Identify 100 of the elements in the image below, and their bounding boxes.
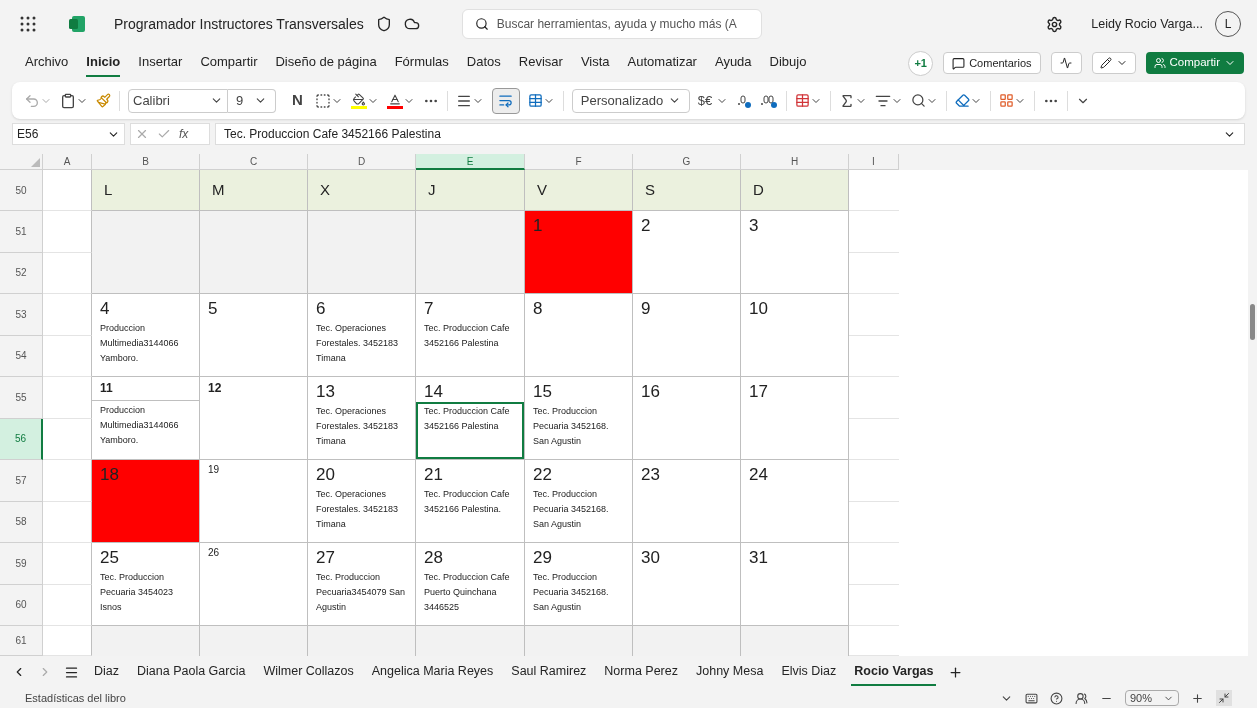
- fill-color-icon[interactable]: [350, 92, 379, 109]
- search-icon[interactable]: [911, 93, 939, 108]
- name-box[interactable]: E56: [12, 123, 125, 145]
- sum-icon[interactable]: [839, 92, 868, 109]
- menu-tab[interactable]: Revisar: [518, 49, 563, 77]
- day-cell[interactable]: 24: [741, 460, 849, 543]
- day-cell[interactable]: 11 Produccion Multimedia3144066 Yamboro.: [92, 377, 200, 460]
- day-cell[interactable]: 3: [741, 211, 849, 294]
- row-header[interactable]: 55: [0, 377, 43, 419]
- sheet-tab[interactable]: Diaz: [91, 658, 122, 686]
- column-header[interactable]: E: [416, 154, 525, 170]
- day-cell[interactable]: 5: [200, 294, 308, 377]
- row-header[interactable]: 60: [0, 584, 43, 626]
- number-format-dropdown[interactable]: Personalizado: [571, 88, 690, 113]
- menu-tab[interactable]: Ayuda: [714, 49, 752, 77]
- day-cell[interactable]: 2: [633, 211, 741, 294]
- day-cell[interactable]: 29 Tec. Produccion Pecuaria 3452168. San Agustin: [525, 543, 633, 626]
- row-header[interactable]: 54: [0, 335, 43, 377]
- zoom-in-icon[interactable]: [1191, 691, 1204, 705]
- row-header[interactable]: 56: [0, 418, 43, 460]
- sheet-tab[interactable]: Norma Perez: [601, 658, 681, 686]
- menu-tab[interactable]: Diseño de página: [275, 49, 377, 77]
- row-header[interactable]: 51: [0, 211, 43, 253]
- day-cell[interactable]: 26: [200, 543, 308, 626]
- collapse-icon[interactable]: [1216, 690, 1232, 706]
- day-cell[interactable]: 19: [200, 460, 308, 543]
- increase-decimal-icon[interactable]: [760, 92, 779, 109]
- font-size-dropdown[interactable]: 9: [228, 88, 276, 113]
- menu-tab[interactable]: Fórmulas: [394, 49, 449, 77]
- borders-icon[interactable]: [314, 92, 343, 109]
- bold-button[interactable]: N: [288, 89, 307, 112]
- day-cell[interactable]: 9: [633, 294, 741, 377]
- row-header[interactable]: 58: [0, 501, 43, 543]
- add-sheet-icon[interactable]: [948, 664, 964, 680]
- row-header[interactable]: 57: [0, 460, 43, 502]
- day-cell[interactable]: 20 Tec. Operaciones Forestales. 3452183 Timana: [308, 460, 416, 543]
- menu-tab[interactable]: Compartir: [200, 49, 258, 77]
- clipboard-icon[interactable]: [60, 92, 88, 109]
- day-cell[interactable]: 7 Tec. Produccion Cafe 3452166 Palestina: [416, 294, 525, 377]
- day-cell[interactable]: 16: [633, 377, 741, 460]
- presence-badge[interactable]: +1: [908, 50, 934, 76]
- user-name[interactable]: Leidy Rocio Varga...: [1091, 14, 1203, 34]
- day-cell[interactable]: 8: [525, 294, 633, 377]
- menu-tab[interactable]: Inicio: [86, 49, 121, 77]
- wrap-text-button[interactable]: [491, 87, 520, 114]
- column-header[interactable]: A: [43, 154, 92, 170]
- keyboard-icon[interactable]: [1025, 691, 1038, 705]
- add-ins-icon[interactable]: [999, 93, 1027, 108]
- formula-input[interactable]: Tec. Produccion Cafe 3452166 Palestina: [215, 123, 1245, 145]
- day-cell[interactable]: 31: [741, 543, 849, 626]
- row-header[interactable]: 52: [0, 252, 43, 294]
- edit-mode-button[interactable]: [1091, 52, 1136, 74]
- day-cell[interactable]: 14 Tec. Produccion Cafe 3452166 Palestina: [416, 377, 525, 460]
- day-cell[interactable]: 23: [633, 460, 741, 543]
- menu-tab[interactable]: Archivo: [25, 49, 69, 77]
- font-dropdown[interactable]: Calibri: [128, 88, 228, 113]
- day-cell[interactable]: 21 Tec. Produccion Cafe 3452166 Palestina.: [416, 460, 525, 543]
- font-color-icon[interactable]: [386, 92, 415, 109]
- day-cell[interactable]: 30: [633, 543, 741, 626]
- menu-tab[interactable]: Dibujo: [769, 49, 807, 77]
- menu-tab[interactable]: Datos: [466, 49, 501, 77]
- zoom-dropdown[interactable]: 90%: [1125, 690, 1179, 706]
- comments-button[interactable]: Comentarios: [943, 52, 1041, 74]
- menu-tab[interactable]: Automatizar: [627, 49, 697, 77]
- row-header[interactable]: 61: [0, 626, 43, 656]
- menu-tab[interactable]: Vista: [580, 49, 610, 77]
- sheet-tab[interactable]: Johny Mesa: [693, 658, 767, 686]
- day-cell[interactable]: 18: [92, 460, 200, 543]
- merge-icon[interactable]: [527, 93, 555, 108]
- settings-icon[interactable]: [1046, 15, 1064, 33]
- brush-icon[interactable]: [96, 93, 111, 108]
- menu-tab[interactable]: Insertar: [138, 49, 183, 77]
- day-cell[interactable]: 4 Produccion Multimedia3144066 Yamboro.: [92, 294, 200, 377]
- day-cell[interactable]: 17: [741, 377, 849, 460]
- share-button[interactable]: Compartir: [1145, 52, 1244, 74]
- day-cell[interactable]: 22 Tec. Produccion Pecuaria 3452168. San Agustin: [525, 460, 633, 543]
- help-icon[interactable]: [1050, 691, 1063, 705]
- sheet-tab[interactable]: Rocio Vargas: [851, 658, 937, 686]
- sheet-tab[interactable]: Diana Paola Garcia: [134, 658, 249, 686]
- decrease-decimal-icon[interactable]: [736, 92, 753, 109]
- day-cell[interactable]: 27 Tec. Produccion Pecuaria3454079 San Agustin: [308, 543, 416, 626]
- day-cell[interactable]: 28 Tec. Produccion Cafe Puerto Quinchana 3446525: [416, 543, 525, 626]
- day-cell[interactable]: 25 Tec. Produccion Pecuaria 3454023 Isnos: [92, 543, 200, 626]
- day-cell[interactable]: 12: [200, 377, 308, 460]
- activity-button[interactable]: [1050, 52, 1082, 74]
- day-cell[interactable]: 13 Tec. Operaciones Forestales. 3452183 Timana: [308, 377, 416, 460]
- day-cell[interactable]: 6 Tec. Operaciones Forestales. 3452183 Timana: [308, 294, 416, 377]
- sheet-tab[interactable]: Elvis Diaz: [778, 658, 840, 686]
- day-cell[interactable]: 15 Tec. Produccion Pecuaria 3452168. San Agustin: [525, 377, 633, 460]
- row-header[interactable]: 50: [0, 170, 43, 211]
- column-header[interactable]: I: [849, 154, 899, 170]
- people-icon[interactable]: [1075, 691, 1088, 705]
- sheet-tab[interactable]: Wilmer Collazos: [260, 658, 357, 686]
- workbook-statistics-link[interactable]: Estadísticas del libro: [25, 689, 126, 707]
- document-title[interactable]: Programador Instructores Transversales: [114, 13, 364, 35]
- row-header[interactable]: 59: [0, 543, 43, 585]
- sheet-tab[interactable]: Saul Ramirez: [508, 658, 590, 686]
- sheet-tab[interactable]: Angelica Maria Reyes: [368, 658, 497, 686]
- table-format-icon[interactable]: [795, 93, 823, 108]
- currency-button[interactable]: $€: [697, 90, 729, 111]
